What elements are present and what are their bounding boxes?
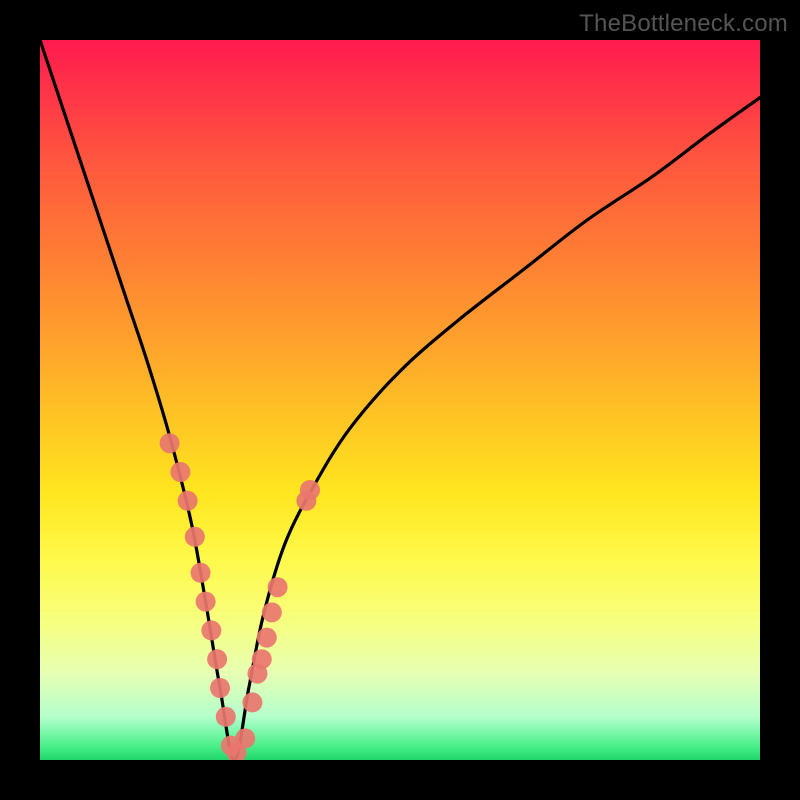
marker-group (160, 433, 320, 760)
data-point (252, 649, 272, 669)
outer-frame: TheBottleneck.com (0, 0, 800, 800)
data-point (242, 692, 262, 712)
data-point (300, 480, 320, 500)
bottleneck-curve (40, 40, 760, 760)
data-point (262, 602, 282, 622)
data-point (170, 462, 190, 482)
data-point (257, 628, 277, 648)
plot-area (40, 40, 760, 760)
data-point (185, 527, 205, 547)
curve-layer (40, 40, 760, 760)
data-point (196, 592, 216, 612)
data-point (160, 433, 180, 453)
data-point (235, 728, 255, 748)
data-point (207, 649, 227, 669)
data-point (210, 678, 230, 698)
data-point (216, 707, 236, 727)
data-point (191, 563, 211, 583)
watermark-text: TheBottleneck.com (579, 10, 788, 38)
data-point (268, 577, 288, 597)
data-point (178, 491, 198, 511)
data-point (201, 620, 221, 640)
